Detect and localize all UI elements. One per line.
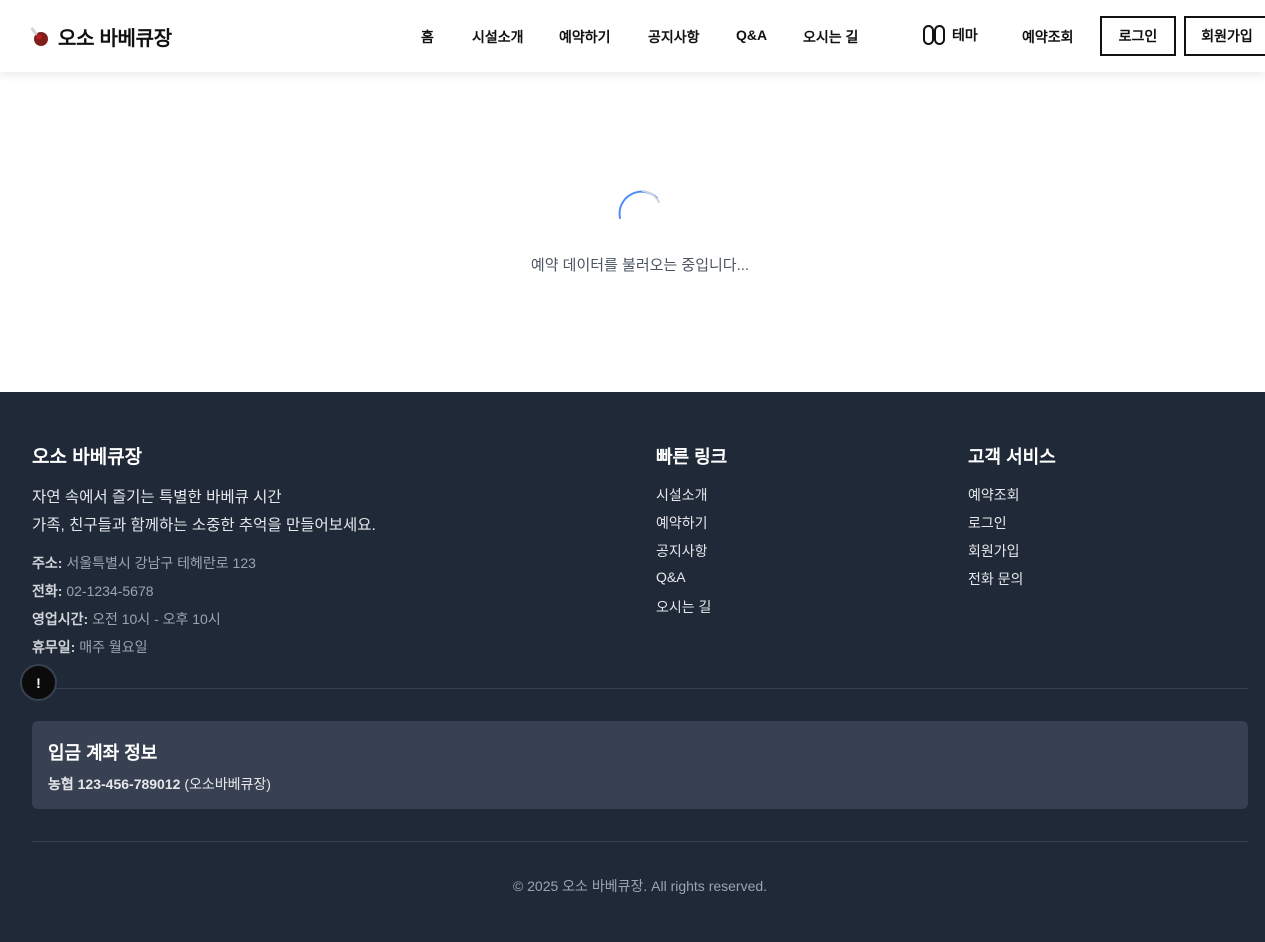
brand-logo[interactable]: 오소 바베큐장 [30, 22, 172, 51]
main-content: 예약 데이터를 불러오는 중입니다... [0, 72, 1265, 392]
footer-brand-title: 오소 바베큐장 [32, 447, 143, 468]
hours-label: 영업시간: [32, 611, 89, 627]
footer-link-facilities[interactable]: 시설소개 [656, 485, 708, 505]
meat-icon [30, 26, 48, 46]
footer-divider [32, 841, 1248, 842]
footer-description: 자연 속에서 즐기는 특별한 바베큐 시간 가족, 친구들과 함께하는 소중한 … [32, 484, 376, 540]
nav-home[interactable]: 홈 [421, 27, 434, 47]
signup-button[interactable]: 회원가입 [1184, 16, 1265, 56]
phone-label: 전화: [32, 583, 63, 599]
footer-hours: 영업시간: 오전 10시 - 오후 10시 [32, 609, 221, 629]
closed-day-label: 휴무일: [32, 639, 76, 655]
bank-account-number: 농협 123-456-789012 [48, 776, 181, 792]
site-footer: 오소 바베큐장 자연 속에서 즐기는 특별한 바베큐 시간 가족, 친구들과 함… [0, 392, 1265, 942]
nav-facilities[interactable]: 시설소개 [472, 27, 524, 47]
nav-reservation-lookup[interactable]: 예약조회 [1022, 27, 1074, 47]
theme-toggle-button[interactable]: 테마 [922, 24, 978, 46]
footer-link-reservation-lookup[interactable]: 예약조회 [968, 485, 1020, 505]
theme-label: 테마 [952, 27, 978, 43]
bank-account-box: 입금 계좌 정보 농협 123-456-789012 (오소바베큐장) [32, 721, 1248, 809]
footer-divider [32, 688, 1248, 689]
theme-icon [923, 25, 945, 45]
footer-closed-day: 휴무일: 매주 월요일 [32, 637, 148, 657]
nav-qna[interactable]: Q&A [736, 27, 767, 43]
quick-links-title: 빠른 링크 [656, 447, 728, 467]
footer-phone: 전화: 02-1234-5678 [32, 581, 154, 601]
footer-link-reserve[interactable]: 예약하기 [656, 513, 708, 533]
footer-desc-line: 자연 속에서 즐기는 특별한 바베큐 시간 [32, 489, 282, 506]
bank-account-line: 농협 123-456-789012 (오소바베큐장) [48, 774, 271, 794]
footer-link-qna[interactable]: Q&A [656, 569, 686, 585]
address-value: 서울특별시 강남구 테헤란로 123 [66, 555, 256, 571]
copyright: © 2025 오소 바베큐장. All rights reserved. [512, 878, 768, 894]
nav-notices[interactable]: 공지사항 [648, 27, 700, 47]
loading-message: 예약 데이터를 불러오는 중입니다... [530, 257, 750, 274]
footer-address: 주소: 서울특별시 강남구 테헤란로 123 [32, 553, 256, 573]
phone-value: 02-1234-5678 [66, 583, 154, 599]
customer-service-title: 고객 서비스 [968, 447, 1056, 467]
site-header: 오소 바베큐장 홈 시설소개 예약하기 공지사항 Q&A 오시는 길 테마 예약… [0, 0, 1265, 72]
footer-link-signup[interactable]: 회원가입 [968, 541, 1020, 561]
login-button[interactable]: 로그인 [1100, 16, 1176, 56]
footer-link-phone-inquiry[interactable]: 전화 문의 [968, 569, 1023, 589]
bank-account-title: 입금 계좌 정보 [48, 743, 158, 763]
address-label: 주소: [32, 555, 63, 571]
closed-day-value: 매주 월요일 [79, 639, 148, 655]
loading-spinner [618, 190, 660, 219]
footer-desc-line: 가족, 친구들과 함께하는 소중한 추억을 만들어보세요. [32, 517, 376, 534]
footer-link-notices[interactable]: 공지사항 [656, 541, 708, 561]
footer-link-login[interactable]: 로그인 [968, 513, 1007, 533]
nav-directions[interactable]: 오시는 길 [803, 27, 858, 47]
hours-value: 오전 10시 - 오후 10시 [92, 611, 221, 627]
footer-link-directions[interactable]: 오시는 길 [656, 597, 711, 617]
floating-alert-button[interactable]: ! [20, 664, 57, 701]
bank-account-holder: (오소바베큐장) [184, 776, 271, 792]
brand-name: 오소 바베큐장 [58, 28, 172, 50]
nav-reserve[interactable]: 예약하기 [559, 27, 611, 47]
